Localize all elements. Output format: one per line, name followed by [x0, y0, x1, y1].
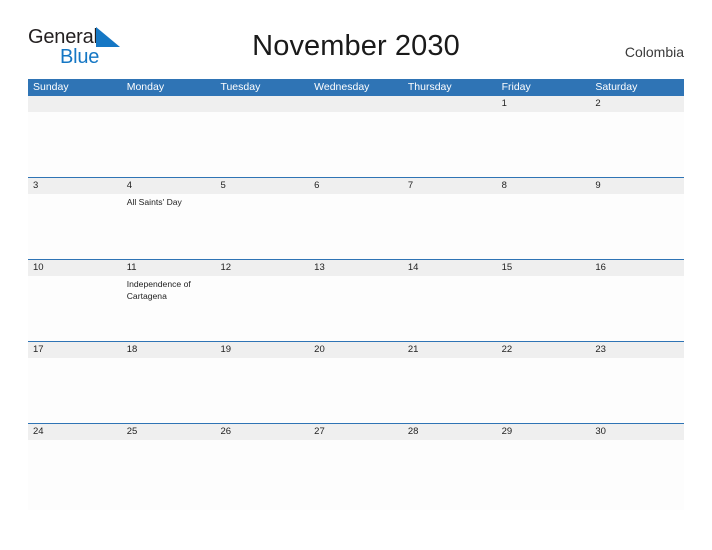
weekday-header-saturday: Saturday [595, 81, 638, 93]
weekday-header-monday: Monday [126, 81, 165, 93]
week-event-band: Independence of Cartagena [28, 276, 684, 341]
page-header: General Blue November 2030 Colombia [0, 0, 712, 68]
day-cell[interactable] [497, 112, 591, 177]
day-cell[interactable]: All Saints' Day [122, 194, 216, 259]
day-number[interactable]: 4 [122, 178, 216, 194]
day-cell[interactable] [28, 112, 122, 177]
day-number[interactable] [28, 96, 122, 112]
day-number[interactable]: 11 [122, 260, 216, 276]
day-cell[interactable] [497, 194, 591, 259]
week-date-band: 17 18 19 20 21 22 23 [28, 342, 684, 358]
week-event-band [28, 358, 684, 423]
day-number[interactable]: 30 [590, 424, 684, 440]
week-event-band [28, 112, 684, 177]
day-number[interactable]: 21 [403, 342, 497, 358]
day-number[interactable] [122, 96, 216, 112]
day-cell[interactable] [309, 276, 403, 341]
day-cell[interactable] [403, 194, 497, 259]
week-date-band: 3 4 5 6 7 8 9 [28, 178, 684, 194]
day-number[interactable]: 29 [497, 424, 591, 440]
day-cell[interactable] [215, 112, 309, 177]
weekday-header-thursday: Thursday [407, 81, 452, 93]
day-cell[interactable] [403, 112, 497, 177]
day-number[interactable]: 13 [309, 260, 403, 276]
country-label: Colombia [624, 44, 684, 60]
calendar-grid: Sunday Monday Tuesday Wednesday Thursday… [28, 79, 684, 510]
day-cell[interactable] [122, 358, 216, 423]
day-number[interactable]: 12 [215, 260, 309, 276]
day-number[interactable]: 7 [403, 178, 497, 194]
week-row: 10 11 12 13 14 15 16 Independence of Car… [28, 259, 684, 341]
day-cell[interactable] [28, 440, 122, 510]
weekday-header-wednesday: Wednesday [314, 81, 370, 93]
day-cell[interactable] [215, 194, 309, 259]
day-number[interactable] [309, 96, 403, 112]
day-cell[interactable] [309, 112, 403, 177]
day-number[interactable] [215, 96, 309, 112]
day-number[interactable]: 16 [590, 260, 684, 276]
day-cell[interactable] [590, 194, 684, 259]
day-cell[interactable] [215, 276, 309, 341]
day-cell[interactable] [215, 358, 309, 423]
day-number[interactable]: 22 [497, 342, 591, 358]
day-cell[interactable] [497, 276, 591, 341]
day-number[interactable]: 5 [215, 178, 309, 194]
page-title: November 2030 [252, 30, 460, 62]
day-cell[interactable] [28, 358, 122, 423]
week-row: 24 25 26 27 28 29 30 [28, 423, 684, 510]
day-number[interactable]: 14 [403, 260, 497, 276]
day-cell[interactable] [497, 440, 591, 510]
day-number[interactable]: 1 [497, 96, 591, 112]
week-row: 3 4 5 6 7 8 9 All Saints' Day [28, 177, 684, 259]
day-cell[interactable] [309, 440, 403, 510]
day-cell[interactable] [28, 276, 122, 341]
day-number[interactable]: 8 [497, 178, 591, 194]
day-cell[interactable] [403, 276, 497, 341]
day-number[interactable]: 26 [215, 424, 309, 440]
day-cell[interactable] [590, 440, 684, 510]
weekday-header-row: Sunday Monday Tuesday Wednesday Thursday… [28, 79, 684, 96]
day-cell[interactable] [403, 358, 497, 423]
week-event-band: All Saints' Day [28, 194, 684, 259]
day-cell[interactable] [403, 440, 497, 510]
day-number[interactable]: 10 [28, 260, 122, 276]
event-label: Independence of Cartagena [126, 279, 191, 301]
day-number[interactable]: 3 [28, 178, 122, 194]
week-date-band: 1 2 [28, 96, 684, 112]
weekday-header-friday: Friday [501, 81, 531, 93]
day-number[interactable]: 18 [122, 342, 216, 358]
week-event-band [28, 440, 684, 510]
day-number[interactable]: 27 [309, 424, 403, 440]
day-cell[interactable]: Independence of Cartagena [122, 276, 216, 341]
day-cell[interactable] [309, 194, 403, 259]
day-cell[interactable] [28, 194, 122, 259]
week-row: 1 2 [28, 96, 684, 177]
weekday-header-tuesday: Tuesday [220, 81, 261, 93]
day-number[interactable]: 6 [309, 178, 403, 194]
week-date-band: 24 25 26 27 28 29 30 [28, 424, 684, 440]
day-number[interactable]: 24 [28, 424, 122, 440]
day-number[interactable]: 15 [497, 260, 591, 276]
day-number[interactable]: 25 [122, 424, 216, 440]
day-number[interactable]: 20 [309, 342, 403, 358]
day-cell[interactable] [590, 276, 684, 341]
day-number[interactable] [403, 96, 497, 112]
day-cell[interactable] [215, 440, 309, 510]
event-label: All Saints' Day [126, 197, 182, 207]
day-number[interactable]: 28 [403, 424, 497, 440]
week-date-band: 10 11 12 13 14 15 16 [28, 260, 684, 276]
day-cell[interactable] [590, 112, 684, 177]
day-cell[interactable] [122, 440, 216, 510]
day-cell[interactable] [497, 358, 591, 423]
week-row: 17 18 19 20 21 22 23 [28, 341, 684, 423]
day-number[interactable]: 2 [590, 96, 684, 112]
day-number[interactable]: 23 [590, 342, 684, 358]
day-cell[interactable] [309, 358, 403, 423]
weekday-header-sunday: Sunday [33, 81, 69, 93]
day-number[interactable]: 9 [590, 178, 684, 194]
day-number[interactable]: 19 [215, 342, 309, 358]
day-cell[interactable] [590, 358, 684, 423]
day-cell[interactable] [122, 112, 216, 177]
day-number[interactable]: 17 [28, 342, 122, 358]
